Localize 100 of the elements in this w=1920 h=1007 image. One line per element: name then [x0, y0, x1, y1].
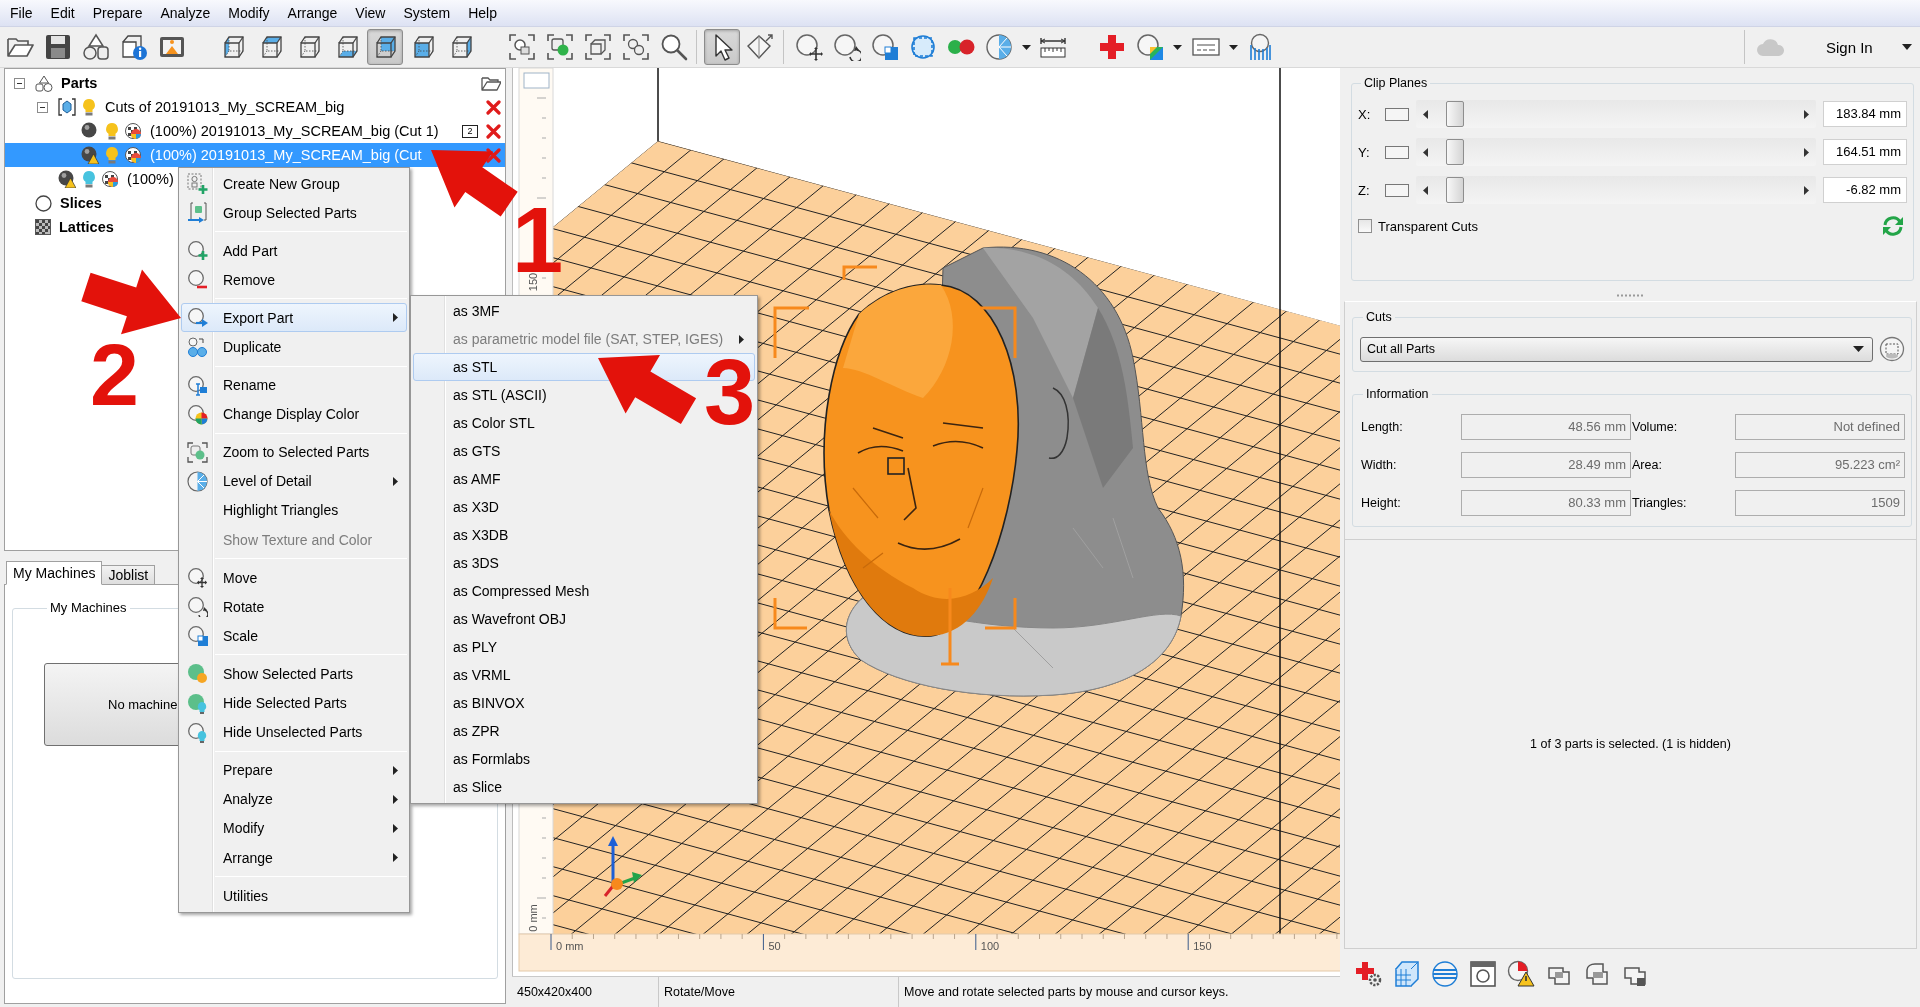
- arrow-right-icon[interactable]: [1804, 185, 1809, 195]
- value-field[interactable]: -6.82 mm: [1823, 177, 1907, 203]
- slider-thumb[interactable]: [1446, 101, 1464, 127]
- menu-item[interactable]: as GTS: [453, 438, 501, 464]
- move-icon[interactable]: [795, 33, 823, 61]
- menu-item[interactable]: Edit: [41, 2, 84, 24]
- menu-item[interactable]: Duplicate: [182, 333, 282, 361]
- menu-item[interactable]: as ZPR: [453, 718, 500, 744]
- tree-item[interactable]: (100%) 20191013_My_SCREAM_big (Cut 1): [81, 119, 439, 143]
- sign-in-button[interactable]: Sign In: [1826, 38, 1873, 56]
- pie-chart-icon[interactable]: [985, 33, 1013, 61]
- menu-item[interactable]: Hide Selected Parts: [182, 689, 347, 717]
- caret-icon[interactable]: [1172, 44, 1182, 50]
- value-field[interactable]: 164.51 mm: [1823, 139, 1907, 165]
- menu-item[interactable]: Rename: [182, 371, 276, 399]
- cube-info-icon[interactable]: [120, 33, 148, 61]
- arrow-right-icon[interactable]: [1804, 109, 1809, 119]
- bulb-icon[interactable]: [81, 170, 97, 188]
- selection-icon[interactable]: [909, 33, 937, 61]
- tab[interactable]: Joblist: [101, 565, 156, 585]
- arrow-left-icon[interactable]: [1423, 185, 1428, 195]
- ruler-icon[interactable]: [1039, 36, 1067, 58]
- plane-toggle-button[interactable]: [1385, 183, 1409, 197]
- pointer-tool-button[interactable]: [704, 29, 740, 65]
- menu-item[interactable]: Utilities: [182, 882, 269, 910]
- tree-item[interactable]: (100%): [58, 167, 174, 191]
- menu-item[interactable]: Level of Detail: [182, 467, 312, 495]
- grid-cube-icon[interactable]: [1393, 960, 1421, 988]
- plus-icon[interactable]: [1098, 33, 1126, 61]
- caret-icon[interactable]: [1902, 44, 1912, 50]
- menu-item[interactable]: as VRML: [453, 662, 511, 688]
- slider-thumb[interactable]: [1446, 139, 1464, 165]
- menu-item[interactable]: as X3D: [453, 494, 499, 520]
- delete-icon[interactable]: [486, 99, 501, 115]
- dotted-circle-icon[interactable]: [1879, 336, 1905, 362]
- collapse-icon[interactable]: [37, 101, 48, 113]
- refresh-icon[interactable]: [1881, 215, 1905, 237]
- zoom-frame-icon[interactable]: [622, 33, 650, 61]
- arrow-right-icon[interactable]: [1804, 147, 1809, 157]
- label-box-icon[interactable]: [1192, 38, 1220, 56]
- menu-item[interactable]: Rotate: [182, 593, 265, 621]
- menu-item[interactable]: as 3DS: [453, 550, 499, 576]
- caret-icon[interactable]: [1228, 44, 1238, 50]
- checkbox[interactable]: [1358, 219, 1372, 233]
- tree-item[interactable]: Cuts of 20191013_My_SCREAM_big: [58, 95, 345, 119]
- menu-item[interactable]: Arrange: [182, 843, 273, 872]
- menu-item[interactable]: as X3DB: [453, 522, 509, 548]
- value-field[interactable]: 183.84 mm: [1823, 101, 1907, 127]
- arrow-left-icon[interactable]: [1423, 147, 1428, 157]
- plus-gear-icon[interactable]: [1355, 960, 1383, 988]
- folder-icon[interactable]: [481, 75, 501, 91]
- menu-item[interactable]: Prepare: [182, 756, 273, 784]
- bulb-icon[interactable]: [81, 98, 97, 116]
- menu-item[interactable]: Modify: [219, 2, 279, 24]
- scale-icon[interactable]: [871, 33, 899, 61]
- zoom-frame-icon[interactable]: [546, 33, 574, 61]
- grip-icon[interactable]: [1616, 294, 1644, 297]
- layers-icon[interactable]: [1431, 960, 1459, 988]
- menu-item[interactable]: Prepare: [83, 2, 152, 24]
- cut-mode-dropdown[interactable]: Cut all Parts: [1360, 336, 1873, 362]
- zoom-frame-icon[interactable]: [508, 33, 536, 61]
- menu-item[interactable]: Move: [182, 564, 258, 592]
- menu-item[interactable]: Create New Group: [182, 170, 340, 198]
- plane-toggle-button[interactable]: [1385, 145, 1409, 159]
- warning-icon[interactable]: [1507, 960, 1535, 988]
- tree-item[interactable]: Slices: [35, 191, 102, 215]
- menu-item[interactable]: as PLY: [453, 634, 498, 660]
- menu-item[interactable]: Change Display Color: [182, 400, 360, 428]
- menu-item[interactable]: as AMF: [453, 466, 501, 492]
- menu-item[interactable]: Export Part: [181, 303, 407, 333]
- menu-item[interactable]: Help: [459, 2, 506, 24]
- menu-item[interactable]: Hide Unselected Parts: [182, 718, 363, 746]
- tree-item[interactable]: Lattices: [35, 215, 114, 239]
- bulb-icon[interactable]: [104, 146, 120, 164]
- menu-item[interactable]: Modify: [182, 814, 265, 842]
- tab[interactable]: My Machines: [6, 561, 103, 585]
- caret-icon[interactable]: [1021, 44, 1031, 50]
- arrow-left-icon[interactable]: [1423, 109, 1428, 119]
- menu-item[interactable]: Scale: [182, 622, 259, 650]
- shapes-icon[interactable]: [82, 33, 110, 61]
- save-icon[interactable]: [44, 33, 72, 61]
- delete-icon[interactable]: [486, 123, 501, 139]
- slider-thumb[interactable]: [1446, 177, 1464, 203]
- menu-item[interactable]: Analyze: [182, 785, 273, 813]
- bulb-icon[interactable]: [104, 122, 120, 140]
- menu-item[interactable]: Analyze: [151, 2, 220, 24]
- color-circle-icon[interactable]: [1136, 33, 1164, 61]
- menu-item[interactable]: Arrange: [278, 2, 347, 24]
- search-icon[interactable]: [660, 33, 688, 61]
- menu-item[interactable]: System: [394, 2, 460, 24]
- dots-icon[interactable]: [947, 39, 975, 55]
- menu-item[interactable]: View: [346, 2, 395, 24]
- menu-item[interactable]: File: [1, 2, 42, 24]
- menu-item[interactable]: Zoom to Selected Parts: [182, 438, 370, 466]
- menu-item[interactable]: as Slice: [453, 774, 503, 800]
- zoom-frame-icon[interactable]: [584, 33, 612, 61]
- menu-item[interactable]: Add Part: [182, 237, 278, 265]
- menu-item[interactable]: as 3MF: [453, 298, 500, 324]
- view-mode-button[interactable]: [367, 29, 403, 65]
- menu-item[interactable]: Highlight Triangles: [182, 496, 339, 525]
